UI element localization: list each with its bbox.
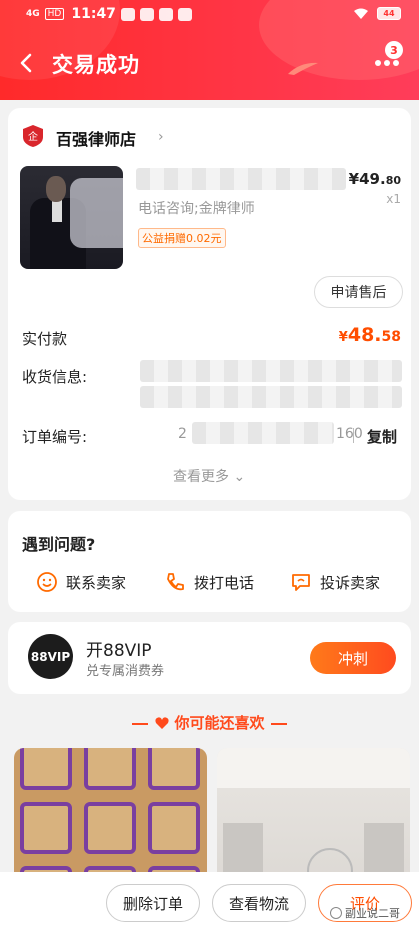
chevron-right-icon[interactable]: › <box>158 129 164 145</box>
notification-icon <box>158 7 173 21</box>
notification-icon <box>177 7 192 21</box>
vip-title: 开88VIP <box>86 641 152 661</box>
product-subtitle: 电话咨询;金牌律师 <box>138 201 255 217</box>
paid-integer: 48. <box>347 324 382 346</box>
product-image-figure <box>52 200 62 222</box>
complain-seller-button[interactable]: 投诉卖家 <box>290 571 380 593</box>
product-tile <box>84 748 136 790</box>
page-title: 交易成功 <box>52 53 140 77</box>
recommend-heading: 你可能还喜欢 <box>0 712 419 733</box>
charity-tag: 公益捐赠0.02元 <box>138 228 226 248</box>
product-tile <box>148 748 200 790</box>
address-label: 收货信息: <box>22 368 88 386</box>
problems-card: 遇到问题? 联系卖家 拨打电话 投诉卖家 <box>8 511 411 612</box>
divider <box>270 722 287 725</box>
smile-chat-icon <box>37 572 57 592</box>
paid-currency: ¥ <box>338 330 348 345</box>
blurred-product-title <box>136 168 346 190</box>
view-more-label: 查看更多 <box>173 469 229 485</box>
blurred-address-line <box>140 386 402 408</box>
back-arrow-icon[interactable] <box>16 52 38 74</box>
call-phone-label: 拨打电话 <box>194 573 255 592</box>
product-price: ¥49.80 <box>349 170 401 188</box>
shop-logo-icon: 企 <box>23 125 43 147</box>
price-integer: ¥49. <box>348 170 386 188</box>
product-quantity: x1 <box>386 192 401 206</box>
notification-icon <box>120 7 135 21</box>
wifi-icon <box>354 8 368 19</box>
chevron-down-icon: ⌄ <box>233 469 246 485</box>
after-sale-button[interactable]: 申请售后 <box>314 276 403 308</box>
price-decimal: 80 <box>385 174 401 187</box>
contact-seller-button[interactable]: 联系卖家 <box>36 571 126 593</box>
heart-icon <box>155 717 170 729</box>
product-tile <box>148 802 200 854</box>
blurred-region <box>70 178 123 248</box>
blurred-order-number <box>192 422 334 444</box>
watermark: 副业说二哥 <box>330 905 400 921</box>
signal-indicator: 4G <box>26 9 40 19</box>
bottom-action-bar: 删除订单 查看物流 评价 <box>0 872 419 934</box>
notification-icon <box>139 7 154 21</box>
order-number-end: 160 <box>336 426 363 442</box>
order-number-start: 2 <box>178 426 187 442</box>
hd-indicator: HD <box>44 8 65 20</box>
watermark-text: 副业说二哥 <box>345 907 400 920</box>
copy-order-number-button[interactable]: 复制 <box>367 426 397 447</box>
call-phone-button[interactable]: 拨打电话 <box>164 571 254 593</box>
complain-seller-label: 投诉卖家 <box>320 573 381 592</box>
room-ceiling <box>217 748 410 788</box>
header-bar: 4G HD 11:47 44 交易成功 3 <box>0 0 419 100</box>
order-detail-card: 企 百强律师店 › 电话咨询;金牌律师 公益捐赠0.02元 ¥49.80 x1 … <box>8 108 411 500</box>
delete-order-button[interactable]: 删除订单 <box>106 884 200 922</box>
svg-text:企: 企 <box>28 130 38 143</box>
order-number-label: 订单编号: <box>22 428 88 446</box>
message-count-badge: 3 <box>385 41 403 59</box>
recommend-title: 你可能还喜欢 <box>174 714 265 732</box>
battery-icon: 44 <box>377 7 401 20</box>
paid-amount: ¥48.58 <box>339 324 401 346</box>
product-tile <box>84 802 136 854</box>
phone-icon <box>167 573 184 591</box>
paid-label: 实付款 <box>22 330 68 348</box>
divider <box>132 722 149 725</box>
more-options-icon[interactable] <box>374 57 400 69</box>
view-logistics-button[interactable]: 查看物流 <box>212 884 306 922</box>
blurred-address-line <box>140 360 402 382</box>
wechat-logo-icon <box>330 907 342 919</box>
status-time: 11:47 <box>71 6 116 22</box>
product-image[interactable] <box>20 166 123 269</box>
product-image-figure <box>46 176 66 202</box>
problems-title: 遇到问题? <box>22 535 96 554</box>
view-more-button[interactable]: 查看更多 ⌄ <box>173 466 245 486</box>
product-tile <box>20 748 72 790</box>
product-tile <box>20 802 72 854</box>
vip-logo: 88VIP <box>28 634 73 679</box>
vip-subtitle: 兑专属消费券 <box>86 664 165 679</box>
divider <box>353 428 354 443</box>
vip-card: 88VIP 开88VIP 兑专属消费券 冲刺 <box>8 622 411 694</box>
shop-name[interactable]: 百强律师店 <box>56 126 136 150</box>
contact-seller-label: 联系卖家 <box>66 573 127 592</box>
complaint-icon <box>292 574 310 591</box>
decoration-swoosh-icon <box>288 62 318 75</box>
status-bar: 4G HD 11:47 44 <box>0 0 419 28</box>
paid-decimal: 58 <box>381 329 401 345</box>
vip-sprint-button[interactable]: 冲刺 <box>310 642 396 674</box>
